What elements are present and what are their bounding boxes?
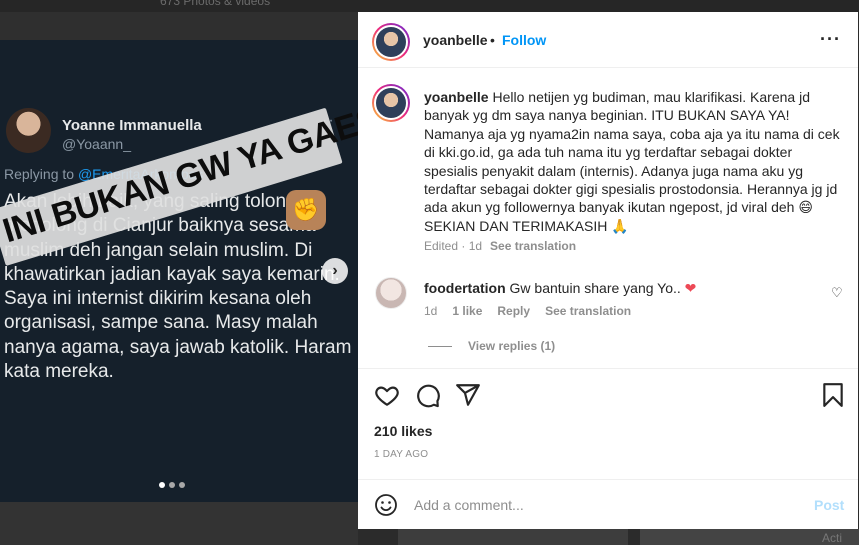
- tweet-replying-prefix: Replying to: [4, 166, 78, 182]
- photo-count-text: 673 Photos & videos: [160, 0, 271, 8]
- tweet-avatar: [6, 108, 51, 153]
- comment-text: Gw bantuin share yang Yo..: [509, 280, 681, 296]
- comment-see-translation[interactable]: See translation: [545, 304, 631, 318]
- raised-fist-icon: ✊: [286, 190, 326, 230]
- comment-username[interactable]: foodertation: [424, 280, 506, 296]
- post-comment-button[interactable]: Post: [814, 497, 844, 513]
- comment-reply-button[interactable]: Reply: [497, 304, 530, 318]
- view-replies-button[interactable]: View replies (1): [428, 339, 555, 353]
- author-avatar[interactable]: [372, 23, 410, 61]
- add-comment-bar: Post: [358, 479, 858, 529]
- view-replies-label: View replies (1): [468, 339, 556, 353]
- comment: foodertation Gw bantuin share yang Yo.. …: [424, 280, 696, 297]
- comment-avatar[interactable]: [375, 277, 407, 309]
- caption-avatar[interactable]: [372, 84, 410, 122]
- caption-username[interactable]: yoanbelle: [424, 89, 489, 105]
- comment-icon[interactable]: [415, 382, 441, 408]
- header-separator: •: [490, 32, 495, 48]
- author-avatar-image: [374, 25, 408, 59]
- caption-see-translation[interactable]: See translation: [490, 239, 576, 253]
- carousel-dot: [179, 482, 185, 488]
- more-options-icon[interactable]: ···: [820, 29, 841, 50]
- next-slide-button[interactable]: ›: [322, 258, 348, 284]
- carousel-dot: [159, 482, 165, 488]
- comment-like-icon[interactable]: ♡: [831, 285, 843, 301]
- post-header: yoanbelle • Follow ···: [358, 12, 858, 68]
- tweet-handle: @Yoaann_: [62, 136, 131, 152]
- comment-time: 1d: [424, 304, 438, 318]
- share-icon[interactable]: [455, 382, 481, 408]
- post-date: 1 DAY AGO: [374, 449, 429, 460]
- author-username[interactable]: yoanbelle: [423, 32, 488, 48]
- follow-button[interactable]: Follow: [502, 32, 546, 48]
- add-comment-input[interactable]: [414, 497, 794, 513]
- post-actions: [358, 368, 858, 418]
- background-text: Acti: [822, 531, 843, 545]
- post-details-panel: yoanbelle • Follow ··· yoanbelle Hello n…: [358, 12, 858, 529]
- background-tile: [398, 529, 628, 545]
- post-caption: yoanbelle Hello netijen yg budiman, mau …: [424, 88, 844, 235]
- bookmark-icon[interactable]: [820, 382, 846, 408]
- heart-emoji-icon: ❤: [684, 280, 697, 296]
- caption-edited-time: Edited · 1d: [424, 239, 483, 253]
- caption-text: Hello netijen yg budiman, mau klarifikas…: [424, 89, 840, 234]
- background-tile: [0, 12, 358, 40]
- replies-divider: [428, 345, 452, 347]
- background-tile: [0, 502, 358, 545]
- caption-avatar-image: [374, 86, 408, 120]
- heart-icon[interactable]: [374, 382, 400, 408]
- comment-meta: 1d 1 like Reply See translation: [424, 304, 631, 318]
- background-grid-top: 673 Photos & videos: [0, 0, 859, 12]
- carousel-dot: [169, 482, 175, 488]
- tweet-display-name: Yoanne Immanuella: [62, 117, 202, 134]
- likes-count[interactable]: 210 likes: [374, 423, 432, 439]
- comment-likes[interactable]: 1 like: [452, 304, 482, 318]
- caption-meta: Edited · 1d See translation: [424, 239, 576, 253]
- carousel-indicator: [159, 482, 185, 488]
- post-media[interactable]: Yoanne Immanuella @Yoaann_ ··· Replying …: [0, 40, 358, 502]
- emoji-icon[interactable]: [374, 493, 398, 517]
